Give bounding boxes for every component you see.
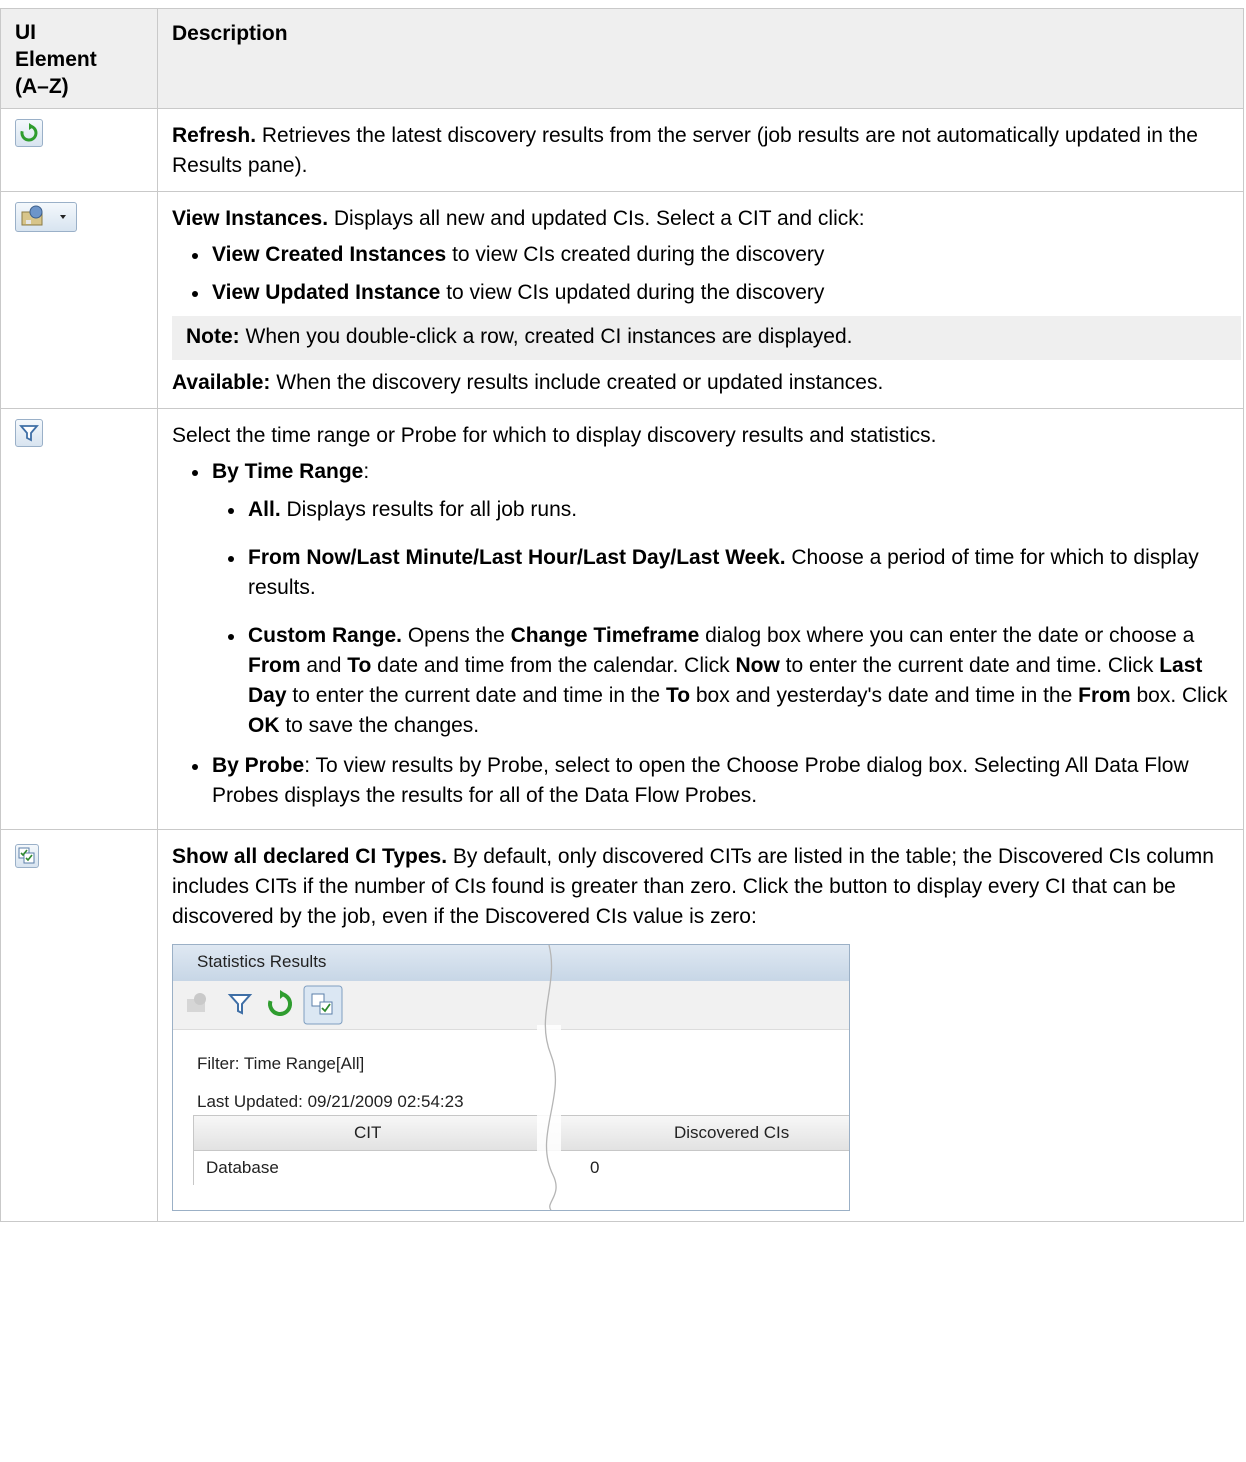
by-time-label: By Time Range xyxy=(212,460,364,483)
custom-text: date and time from the calendar. Click xyxy=(371,654,736,677)
list-item-by-probe: By Probe: To view results by Probe, sele… xyxy=(192,751,1229,811)
list-item: View Updated Instance to view CIs update… xyxy=(192,278,1229,308)
statistics-results-screenshot: Statistics Results Filter: Time Range[Al… xyxy=(172,944,850,1211)
list-item-text: to view CIs created during the discovery xyxy=(446,243,825,266)
filter-description: Select the time range or Probe for which… xyxy=(157,408,1244,830)
table-header-row: UI Element (A–Z) Description xyxy=(0,8,1244,109)
refresh-icon[interactable] xyxy=(15,119,43,147)
list-item-by-time: By Time Range: All. Displays results for… xyxy=(192,457,1229,741)
show-all-description: Show all declared CI Types. By default, … xyxy=(157,829,1244,1222)
list-item-bold: View Created Instances xyxy=(212,243,447,266)
custom-bold: To xyxy=(347,654,372,677)
from-label: From Now/Last Minute/Last Hour/Last Day/… xyxy=(248,546,786,569)
custom-text: to enter the current date and time. Clic… xyxy=(779,654,1160,677)
list-item-all: All. Displays results for all job runs. xyxy=(228,495,1229,525)
refresh-text: Retrieves the latest discovery results f… xyxy=(172,124,1198,177)
available-text: When the discovery results include creat… xyxy=(270,371,884,394)
custom-text: box. Click xyxy=(1130,684,1228,707)
torn-edge xyxy=(537,945,561,1210)
custom-label: Custom Range. xyxy=(248,624,403,647)
note-box: Note: When you double-click a row, creat… xyxy=(172,316,1241,360)
custom-text: Opens the xyxy=(402,624,511,647)
time-range-sublist: All. Displays results for all job runs. … xyxy=(212,495,1229,741)
custom-bold: From xyxy=(248,654,301,677)
custom-bold: OK xyxy=(248,714,280,737)
note-label: Note: xyxy=(186,325,240,348)
view-instances-list: View Created Instances to view CIs creat… xyxy=(172,240,1229,308)
icon-cell xyxy=(0,108,158,192)
by-probe-label: By Probe xyxy=(212,754,305,777)
ui-elements-table: UI Element (A–Z) Description Refresh. Retr… xyxy=(0,8,1244,1222)
filter-intro: Select the time range or Probe for which… xyxy=(172,424,937,447)
filter-list: By Time Range: All. Displays results for… xyxy=(172,457,1229,811)
custom-text: to enter the current date and time in th… xyxy=(286,684,666,707)
table-row-refresh: Refresh. Retrieves the latest discovery … xyxy=(0,108,1244,192)
header-ui-element: UI Element (A–Z) xyxy=(0,8,158,109)
custom-text: dialog box where you can enter the date … xyxy=(699,624,1195,647)
refresh-description: Refresh. Retrieves the latest discovery … xyxy=(157,108,1244,192)
view-instances-icon[interactable] xyxy=(15,202,77,232)
table-row-show-all: Show all declared CI Types. By default, … xyxy=(0,829,1244,1222)
refresh-title: Refresh. xyxy=(172,124,257,147)
icon-cell xyxy=(0,191,158,409)
custom-bold: To xyxy=(665,684,691,707)
custom-text: and xyxy=(300,654,348,677)
show-all-types-icon[interactable] xyxy=(15,844,39,868)
custom-text: to save the changes. xyxy=(279,714,480,737)
list-item-bold: View Updated Instance xyxy=(212,281,441,304)
icon-cell xyxy=(0,829,158,1222)
custom-bold: From xyxy=(1078,684,1131,707)
available-label: Available: xyxy=(172,371,271,394)
list-item-text: to view CIs updated during the discovery xyxy=(440,281,825,304)
list-item-from-now: From Now/Last Minute/Last Hour/Last Day/… xyxy=(228,543,1229,603)
custom-text: box and yesterday's date and time in the xyxy=(690,684,1079,707)
header-description: Description xyxy=(157,8,1244,109)
view-instances-description: View Instances. Displays all new and upd… xyxy=(157,191,1244,409)
custom-bold: Now xyxy=(735,654,780,677)
list-item: View Created Instances to view CIs creat… xyxy=(192,240,1229,270)
table-row-filter: Select the time range or Probe for which… xyxy=(0,408,1244,830)
all-label: All. xyxy=(248,498,281,521)
view-instances-text: Displays all new and updated CIs. Select… xyxy=(328,207,865,230)
by-probe-text: : To view results by Probe, select to op… xyxy=(212,754,1189,807)
custom-bold: Change Timeframe xyxy=(510,624,700,647)
note-text: When you double-click a row, created CI … xyxy=(239,325,853,348)
list-item-custom: Custom Range. Opens the Change Timeframe… xyxy=(228,621,1229,741)
by-time-suffix: : xyxy=(363,460,370,483)
all-text: Displays results for all job runs. xyxy=(280,498,578,521)
filter-icon[interactable] xyxy=(15,419,43,447)
view-instances-title: View Instances. xyxy=(172,207,329,230)
table-row-view-instances: View Instances. Displays all new and upd… xyxy=(0,191,1244,409)
show-all-title: Show all declared CI Types. xyxy=(172,845,448,868)
icon-cell xyxy=(0,408,158,830)
